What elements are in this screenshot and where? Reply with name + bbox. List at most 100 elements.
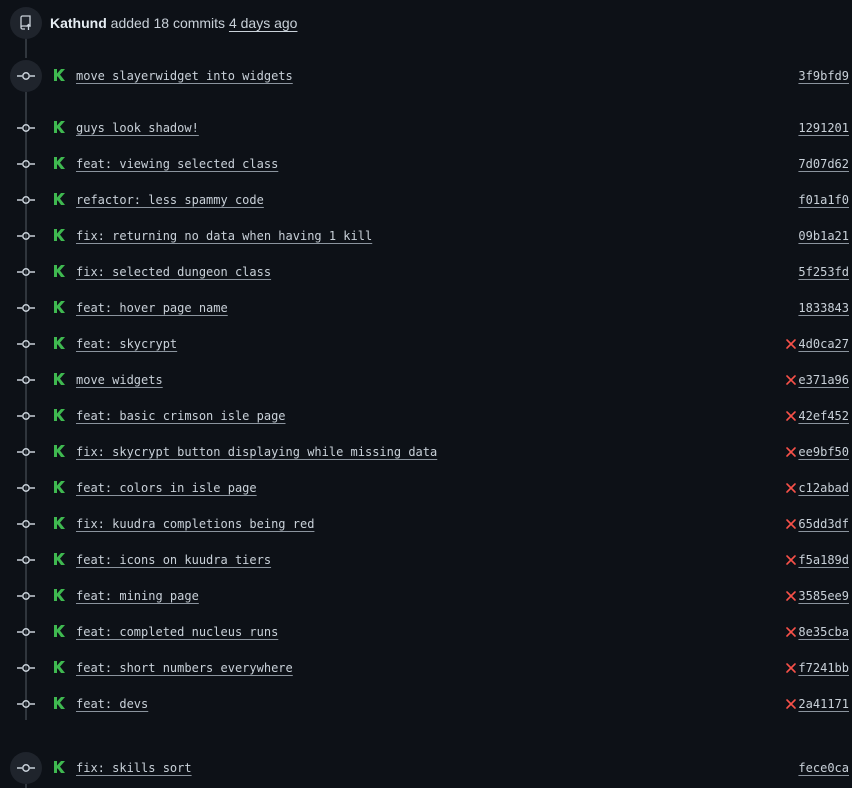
commit-sha-link[interactable]: 3585ee9 — [798, 589, 849, 603]
git-commit-icon — [16, 586, 36, 606]
commit-row: fix: skills sort fece0ca — [0, 750, 852, 786]
k-avatar-icon — [52, 660, 66, 674]
commit-message-link[interactable]: feat: colors in isle page — [76, 481, 257, 495]
commit-message-link[interactable]: feat: hover page name — [76, 301, 228, 315]
git-commit-icon — [16, 118, 36, 138]
k-avatar-icon — [52, 372, 66, 386]
x-icon[interactable] — [784, 697, 798, 711]
commit-sha-link[interactable]: 42ef452 — [798, 409, 849, 423]
git-commit-icon — [16, 262, 36, 282]
commit-sha-link[interactable]: f01a1f0 — [798, 193, 849, 207]
commit-message-link[interactable]: fix: kuudra completions being red — [76, 517, 314, 531]
git-commit-icon — [16, 514, 36, 534]
commit-sha-link[interactable]: 1291201 — [798, 121, 849, 135]
k-avatar-icon — [52, 760, 66, 774]
git-commit-icon — [16, 370, 36, 390]
repo-push-icon — [10, 7, 42, 39]
commit-row: fix: selected dungeon class 5f253fd — [0, 254, 852, 290]
git-commit-icon — [10, 60, 42, 92]
commit-message-link[interactable]: feat: skycrypt — [76, 337, 177, 351]
commit-message-link[interactable]: fix: returning no data when having 1 kil… — [76, 229, 372, 243]
x-icon[interactable] — [784, 517, 798, 531]
x-icon[interactable] — [784, 589, 798, 603]
git-commit-icon — [16, 226, 36, 246]
commit-message-link[interactable]: refactor: less spammy code — [76, 193, 264, 207]
commit-sha-link[interactable]: 09b1a21 — [798, 229, 849, 243]
commit-sha-link[interactable]: 4d0ca27 — [798, 337, 849, 351]
commit-message-link[interactable]: feat: viewing selected class — [76, 157, 278, 171]
git-commit-icon — [16, 442, 36, 462]
k-avatar-icon — [52, 516, 66, 530]
commit-message-link[interactable]: fix: skycrypt button displaying while mi… — [76, 445, 437, 459]
k-avatar-icon — [52, 228, 66, 242]
commit-message-link[interactable]: feat: icons on kuudra tiers — [76, 553, 271, 567]
commit-sha-link[interactable]: ee9bf50 — [798, 445, 849, 459]
commit-message-link[interactable]: feat: basic crimson isle page — [76, 409, 286, 423]
git-commit-icon — [16, 334, 36, 354]
x-icon[interactable] — [784, 481, 798, 495]
commit-sha-link[interactable]: 65dd3df — [798, 517, 849, 531]
commit-message-link[interactable]: feat: completed nucleus runs — [76, 625, 278, 639]
commit-row: feat: skycrypt 4d0ca27 — [0, 326, 852, 362]
git-commit-icon — [16, 550, 36, 570]
k-avatar-icon — [52, 588, 66, 602]
commit-row: feat: viewing selected class 7d07d62 — [0, 146, 852, 182]
commit-row: move widgets e371a96 — [0, 362, 852, 398]
x-icon[interactable] — [784, 373, 798, 387]
x-icon[interactable] — [784, 445, 798, 459]
k-avatar-icon — [52, 120, 66, 134]
push-event-header: Kathund added 18 commits 4 days ago — [0, 0, 852, 46]
commit-sha-link[interactable]: e371a96 — [798, 373, 849, 387]
commit-row: feat: mining page 3585ee9 — [0, 578, 852, 614]
x-icon[interactable] — [784, 409, 798, 423]
author-link[interactable]: Kathund — [50, 15, 107, 31]
x-icon[interactable] — [784, 661, 798, 675]
commit-sha-link[interactable]: 8e35cba — [798, 625, 849, 639]
commit-sha-link[interactable]: 5f253fd — [798, 265, 849, 279]
commit-sha-link[interactable]: 7d07d62 — [798, 157, 849, 171]
k-avatar-icon — [52, 480, 66, 494]
k-avatar-icon — [52, 696, 66, 710]
commit-sha-link[interactable]: c12abad — [798, 481, 849, 495]
push-summary: Kathund added 18 commits 4 days ago — [50, 15, 297, 31]
git-commit-icon — [16, 658, 36, 678]
git-commit-icon — [16, 622, 36, 642]
commit-message-link[interactable]: move widgets — [76, 373, 163, 387]
k-avatar-icon — [52, 624, 66, 638]
commit-row: feat: icons on kuudra tiers f5a189d — [0, 542, 852, 578]
commit-message-link[interactable]: move slayerwidget into widgets — [76, 69, 293, 83]
k-avatar-icon — [52, 68, 66, 82]
commit-row: fix: kuudra completions being red 65dd3df — [0, 506, 852, 542]
commit-message-link[interactable]: feat: short numbers everywhere — [76, 661, 293, 675]
x-icon[interactable] — [784, 553, 798, 567]
commit-message-link[interactable]: guys look shadow! — [76, 121, 199, 135]
git-commit-icon — [16, 406, 36, 426]
commit-message-link[interactable]: fix: skills sort — [76, 761, 192, 775]
commit-row: feat: hover page name 1833843 — [0, 290, 852, 326]
x-icon[interactable] — [784, 625, 798, 639]
commit-message-link[interactable]: fix: selected dungeon class — [76, 265, 271, 279]
commit-sha-link[interactable]: f7241bb — [798, 661, 849, 675]
git-commit-icon — [16, 694, 36, 714]
commit-sha-link[interactable]: 1833843 — [798, 301, 849, 315]
commit-sha-link[interactable]: 3f9bfd9 — [798, 69, 849, 83]
commit-sha-link[interactable]: f5a189d — [798, 553, 849, 567]
k-avatar-icon — [52, 192, 66, 206]
x-icon[interactable] — [784, 337, 798, 351]
k-avatar-icon — [52, 336, 66, 350]
k-avatar-icon — [52, 156, 66, 170]
commit-row: refactor: less spammy code f01a1f0 — [0, 182, 852, 218]
k-avatar-icon — [52, 552, 66, 566]
commit-row: fix: skycrypt button displaying while mi… — [0, 434, 852, 470]
git-commit-icon — [16, 154, 36, 174]
commit-sha-link[interactable]: fece0ca — [798, 761, 849, 775]
k-avatar-icon — [52, 264, 66, 278]
commit-message-link[interactable]: feat: mining page — [76, 589, 199, 603]
commit-row: fix: returning no data when having 1 kil… — [0, 218, 852, 254]
commit-row: feat: short numbers everywhere f7241bb — [0, 650, 852, 686]
git-commit-icon — [16, 190, 36, 210]
relative-time-link[interactable]: 4 days ago — [229, 15, 298, 31]
commit-message-link[interactable]: feat: devs — [76, 697, 148, 711]
commit-row: guys look shadow! 1291201 — [0, 110, 852, 146]
commit-sha-link[interactable]: 2a41171 — [798, 697, 849, 711]
